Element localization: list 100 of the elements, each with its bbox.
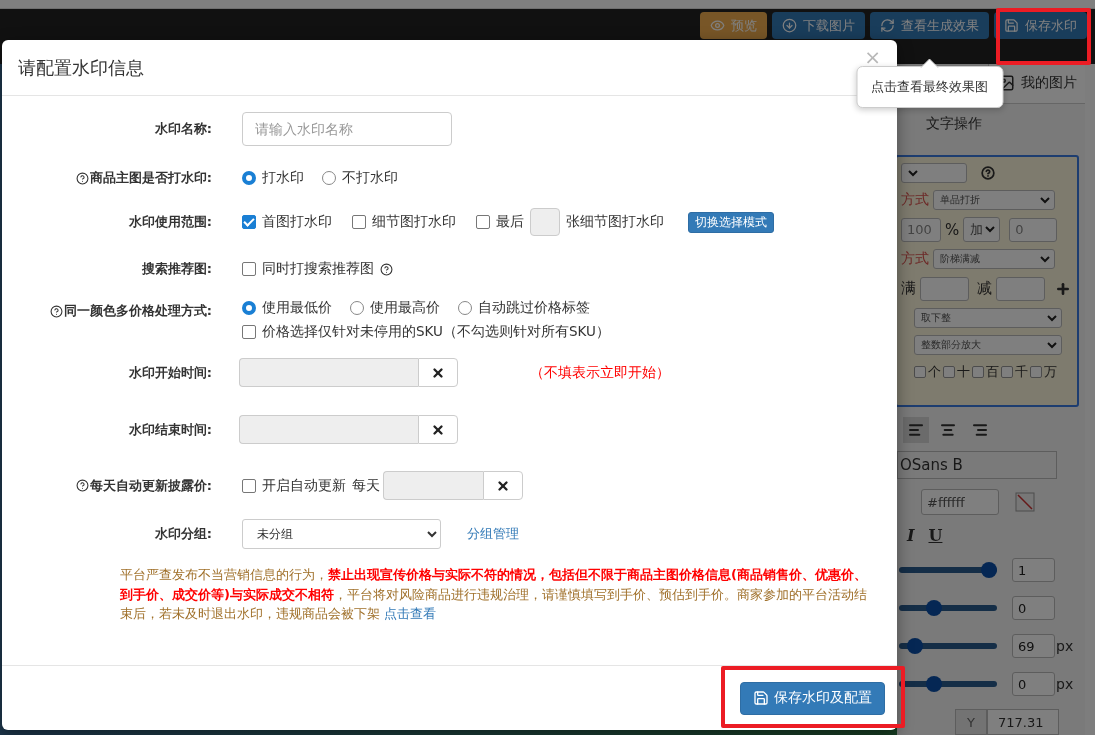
eye-icon <box>710 18 725 33</box>
time-input[interactable] <box>239 358 418 387</box>
slider-thumb[interactable] <box>981 562 997 579</box>
view-link[interactable]: 点击查看 <box>384 606 437 621</box>
radio-label: 打水印 <box>262 169 304 187</box>
field-label: 减 <box>977 279 992 299</box>
count-input[interactable] <box>530 208 560 236</box>
checkbox-label: 万 <box>1044 363 1057 382</box>
checkbox-label: 百 <box>986 363 999 382</box>
select-field[interactable]: 整数部分放大 <box>914 335 1062 356</box>
slider-thumb[interactable] <box>907 638 924 655</box>
radio-button[interactable] <box>350 301 364 315</box>
position-input[interactable]: 717.31 <box>987 709 1059 735</box>
clear-button[interactable] <box>483 471 523 500</box>
clear-button[interactable] <box>418 415 458 444</box>
percent-sign: % <box>945 220 960 239</box>
checkbox-label: 开启自动更新 <box>262 476 346 495</box>
checkbox-label: 最后 <box>496 213 524 231</box>
checkbox-label: 首图打水印 <box>262 213 332 231</box>
select-field[interactable]: 单品打折 <box>933 190 1055 211</box>
value-input[interactable]: 0 <box>1012 672 1055 697</box>
checkbox-label: 价格选择仅针对未停用的SKU（不勾选则针对所有SKU） <box>262 323 610 341</box>
caret-icon <box>1040 196 1050 204</box>
checkbox[interactable] <box>242 325 256 339</box>
name-input[interactable]: 请输入水印名称 <box>242 112 452 146</box>
value-input[interactable]: 0 <box>1012 596 1055 621</box>
plus-icon[interactable] <box>1055 280 1071 297</box>
caret-icon <box>908 169 918 177</box>
select-field[interactable]: 取下整 <box>914 308 1062 329</box>
text-style-button[interactable]: U <box>928 525 943 545</box>
no-color-icon[interactable] <box>1015 492 1035 513</box>
unit-text: px <box>1056 638 1074 655</box>
field-label: 水印使用范围: <box>128 213 212 231</box>
refresh-icon <box>880 18 895 33</box>
checkbox-label: 十 <box>957 363 970 382</box>
caret-icon <box>1040 255 1050 263</box>
text-style-button[interactable]: I <box>907 525 915 545</box>
checkbox[interactable] <box>352 215 366 229</box>
toolbar-button[interactable]: 保存水印 <box>994 12 1087 39</box>
field-label: 搜索推荐图: <box>141 260 212 278</box>
toolbar-button[interactable]: 下载图片 <box>772 12 865 39</box>
checkbox[interactable] <box>242 215 256 229</box>
field-label: 同一颜色多价格处理方式: <box>63 302 212 320</box>
caret-icon <box>1047 314 1057 322</box>
time-input[interactable] <box>239 415 418 444</box>
field-label: 方式 <box>901 250 929 269</box>
select-field[interactable]: 加 <box>963 217 1001 243</box>
save-config-button[interactable]: 保存水印及配置 <box>740 681 885 715</box>
radio-button[interactable] <box>322 171 336 185</box>
select-field[interactable]: 阶梯满减 <box>933 249 1055 270</box>
toolbar-button[interactable]: 查看生成效果 <box>870 12 989 39</box>
axis-label: Y <box>955 709 987 735</box>
radio-label: 不打水印 <box>342 169 398 187</box>
slider-thumb[interactable] <box>926 600 943 617</box>
value-input[interactable]: 69 <box>1012 634 1055 659</box>
checkbox[interactable] <box>242 478 256 493</box>
checkbox-label: 同时打搜索推荐图 <box>262 260 374 278</box>
unit-text: px <box>1056 676 1074 693</box>
amount-input[interactable] <box>920 276 969 301</box>
field-label: 水印名称: <box>154 120 212 138</box>
checkbox-label: 千 <box>1015 363 1028 382</box>
align-button[interactable] <box>903 416 929 443</box>
field-label: 商品主图是否打水印: <box>89 169 212 187</box>
time-input[interactable] <box>383 471 483 500</box>
radio-label: 使用最低价 <box>262 299 332 317</box>
clear-button[interactable] <box>418 358 458 387</box>
field-label: 水印结束时间: <box>128 420 212 439</box>
help-icon <box>981 166 995 181</box>
caret-icon <box>1047 341 1057 349</box>
align-right-icon <box>972 421 988 438</box>
download-icon <box>782 18 797 33</box>
checkbox[interactable] <box>972 366 984 379</box>
color-input[interactable]: #ffffff <box>921 489 999 516</box>
checkbox[interactable] <box>914 366 926 379</box>
switch-mode-button[interactable]: 切换选择模式 <box>688 211 774 233</box>
field-label: 满 <box>901 279 916 299</box>
amount-input[interactable] <box>996 276 1045 301</box>
slider-thumb[interactable] <box>926 676 943 693</box>
field-label: 水印开始时间: <box>128 363 212 382</box>
close-button[interactable]: × <box>864 46 881 67</box>
offset-input[interactable]: 0 <box>1009 217 1058 242</box>
value-input[interactable]: 1 <box>1012 558 1055 583</box>
checkbox[interactable] <box>242 262 256 276</box>
radio-button[interactable] <box>458 301 472 315</box>
field-label: 方式 <box>901 191 929 210</box>
radio-button[interactable] <box>242 171 256 185</box>
group-select[interactable]: 未分组 <box>242 519 441 549</box>
checkbox-label: 细节图打水印 <box>372 213 456 231</box>
radio-button[interactable] <box>242 301 256 315</box>
checkbox[interactable] <box>1001 366 1013 379</box>
caret-icon <box>985 226 996 234</box>
select-field[interactable] <box>901 163 967 184</box>
font-field[interactable]: OSans B <box>897 450 1057 480</box>
percent-input[interactable]: 100 <box>901 217 941 242</box>
checkbox[interactable] <box>943 366 955 379</box>
hint-text: （不填表示立即开始） <box>530 363 670 382</box>
group-manage-link[interactable]: 分组管理 <box>467 525 519 543</box>
checkbox[interactable] <box>476 215 490 229</box>
field-label: 每天自动更新披露价: <box>89 476 212 495</box>
checkbox[interactable] <box>1030 366 1042 379</box>
